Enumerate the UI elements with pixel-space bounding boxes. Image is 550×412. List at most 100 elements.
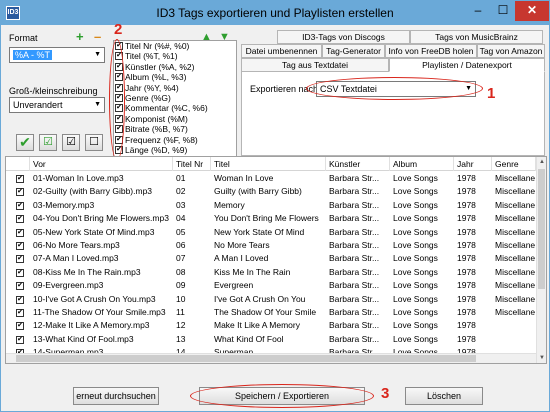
check-selected-button[interactable]: ☑ xyxy=(39,134,57,151)
cell-genre: Miscellane xyxy=(495,293,536,304)
remove-format-icon[interactable]: – xyxy=(94,30,101,43)
table-row[interactable]: ✔ 06-No More Tears.mp3 06 No More Tears Barb… xyxy=(6,239,546,252)
column-header-track[interactable]: Titel Nr xyxy=(173,157,211,171)
row-checkbox[interactable]: ✔ xyxy=(16,335,24,344)
add-format-icon[interactable]: + xyxy=(76,30,84,43)
cell-track: 12 xyxy=(176,320,186,331)
row-checkbox[interactable]: ✔ xyxy=(16,242,24,250)
field-item[interactable]: ✔ Titel (%T, %1) xyxy=(114,51,236,61)
field-item[interactable]: ✔ Länge (%D, %9) xyxy=(114,145,236,155)
scrollbar-thumb[interactable] xyxy=(16,355,476,362)
field-label: Genre (%G) xyxy=(125,92,171,103)
check-all-button[interactable]: ✔ xyxy=(16,134,34,151)
case-value: Unverandert xyxy=(13,100,63,110)
delete-button[interactable]: Löschen xyxy=(405,387,483,405)
cell-track: 10 xyxy=(176,293,186,304)
table-row[interactable]: ✔ 02-Guilty (with Barry Gibb).mp3 02 Guilty… xyxy=(6,185,546,198)
cell-album: Love Songs xyxy=(393,320,438,331)
scroll-up-icon[interactable]: ▲ xyxy=(537,157,546,167)
cell-track: 06 xyxy=(176,240,186,250)
minimize-button[interactable]: – xyxy=(465,1,491,21)
table-row[interactable]: ✔ 01-Woman In Love.mp3 01 Woman In Love Barb… xyxy=(6,172,546,185)
cell-track: 09 xyxy=(176,280,186,291)
row-checkbox[interactable]: ✔ xyxy=(16,175,24,183)
scroll-down-icon[interactable]: ▼ xyxy=(537,353,546,363)
uncheck-all-button[interactable]: ☐ xyxy=(85,134,103,151)
field-item[interactable]: ✔ Album (%L, %3) xyxy=(114,72,236,82)
check-box-button[interactable]: ☑ xyxy=(62,134,80,151)
tab-amazon[interactable]: Tag von Amazon xyxy=(477,44,545,58)
table-row[interactable]: ✔ 08-Kiss Me In The Rain.mp3 08 Kiss Me In … xyxy=(6,266,546,279)
table-row[interactable]: ✔ 12-Make It Like A Memory.mp3 12 Make It L… xyxy=(6,319,546,332)
cell-artist: Barbara Str... xyxy=(329,266,380,277)
rescan-button[interactable]: erneut durchsuchen xyxy=(73,387,159,405)
title-bar[interactable]: ID3 ID3 Tags exportieren und Playlisten … xyxy=(1,1,549,25)
table-row[interactable]: ✔ 04-You Don't Bring Me Flowers.mp3 04 You … xyxy=(6,212,546,225)
row-checkbox[interactable]: ✔ xyxy=(16,282,24,291)
row-checkbox[interactable]: ✔ xyxy=(16,295,24,304)
tab-freedb[interactable]: Info von FreeDB holen xyxy=(385,44,477,58)
vertical-scrollbar[interactable]: ▲ ▼ xyxy=(536,157,546,363)
close-button[interactable]: ✕ xyxy=(515,1,549,21)
column-header-year[interactable]: Jahr xyxy=(454,157,492,171)
maximize-button[interactable]: ☐ xyxy=(491,1,515,21)
cell-artist: Barbara Str... xyxy=(329,199,380,210)
field-item[interactable]: ✔ Kommentar (%C, %6) xyxy=(114,103,236,113)
row-checkbox[interactable]: ✔ xyxy=(16,309,24,317)
row-checkbox[interactable]: ✔ xyxy=(16,228,24,237)
row-checkbox[interactable]: ✔ xyxy=(16,268,24,277)
field-item[interactable]: ✔ Künstler (%A, %2) xyxy=(114,62,236,72)
cell-year: 1978 xyxy=(457,213,476,224)
field-item[interactable]: ✔ Titel Nr (%#, %0) xyxy=(114,41,236,51)
column-header-genre[interactable]: Genre xyxy=(492,157,536,171)
format-combobox[interactable]: %A - %T ▼ xyxy=(9,47,105,63)
tab-rename-file[interactable]: Datei umbenennen xyxy=(241,44,322,58)
tab-musicbrainz[interactable]: Tags von MusicBrainz xyxy=(410,30,543,44)
field-list[interactable]: ✔ Titel Nr (%#, %0) ✔ Titel (%T, %1) ✔ Küns… xyxy=(113,40,237,158)
cell-filename: 03-Memory.mp3 xyxy=(33,199,95,210)
tab-playlists-export[interactable]: Playlisten / Datenexport xyxy=(389,58,545,72)
field-label: Künstler (%A, %2) xyxy=(125,61,195,72)
table-row[interactable]: ✔ 09-Evergreen.mp3 09 Evergreen Barbara Str.… xyxy=(6,279,546,292)
table-row[interactable]: ✔ 13-What Kind Of Fool.mp3 13 What Kind Of … xyxy=(6,333,546,346)
cell-genre: Miscellane xyxy=(495,173,536,183)
column-header-album[interactable]: Album xyxy=(390,157,454,171)
cell-artist: Barbara Str... xyxy=(329,213,380,224)
table-row[interactable]: ✔ 07-A Man I Loved.mp3 07 A Man I Loved Barb… xyxy=(6,252,546,265)
table-row[interactable]: ✔ 11-The Shadow Of Your Smile.mp3 11 The Sh… xyxy=(6,306,546,319)
case-combobox[interactable]: Unverandert ▼ xyxy=(9,97,105,113)
file-table: Vor Titel Nr Titel Künstler Album Jahr G… xyxy=(5,156,547,364)
cell-track: 01 xyxy=(176,173,186,183)
row-checkbox[interactable]: ✔ xyxy=(16,255,24,264)
column-header-artist[interactable]: Künstler xyxy=(326,157,390,171)
column-header-filename[interactable]: Vor xyxy=(30,157,173,171)
cell-filename: 02-Guilty (with Barry Gibb).mp3 xyxy=(33,186,153,197)
cell-artist: Barbara Str... xyxy=(329,226,380,237)
row-checkbox[interactable]: ✔ xyxy=(16,201,24,210)
table-row[interactable]: ✔ 10-I've Got A Crush On You.mp3 10 I've Go… xyxy=(6,293,546,306)
field-item[interactable]: ✔ Frequenz (%F, %8) xyxy=(114,135,236,145)
row-checkbox[interactable]: ✔ xyxy=(16,322,24,331)
cell-title: Guilty (with Barry Gibb) xyxy=(214,186,302,197)
row-checkbox[interactable]: ✔ xyxy=(16,215,24,224)
cell-artist: Barbara Str... xyxy=(329,186,380,197)
horizontal-scrollbar[interactable] xyxy=(6,353,536,363)
field-item[interactable]: ✔ Jahr (%Y, %4) xyxy=(114,83,236,93)
column-header-title[interactable]: Titel xyxy=(211,157,326,171)
field-label: Kommentar (%C, %6) xyxy=(125,103,208,114)
scrollbar-thumb[interactable] xyxy=(538,169,545,289)
tab-tag-from-text[interactable]: Tag aus Textdatei xyxy=(241,58,389,72)
row-checkbox[interactable]: ✔ xyxy=(16,188,24,197)
tab-tag-generator[interactable]: Tag-Generator xyxy=(322,44,385,58)
cell-album: Love Songs xyxy=(393,240,438,250)
table-row[interactable]: ✔ 05-New York State Of Mind.mp3 05 New York… xyxy=(6,226,546,239)
table-row[interactable]: ✔ 03-Memory.mp3 03 Memory Barbara Str... Love… xyxy=(6,199,546,212)
field-item[interactable]: ✔ Komponist (%M) xyxy=(114,114,236,124)
check-icon: ✔ xyxy=(19,134,31,150)
field-item[interactable]: ✔ Genre (%G) xyxy=(114,93,236,103)
cell-title: Kiss Me In The Rain xyxy=(214,266,291,277)
tab-discogs[interactable]: ID3-Tags von Discogs xyxy=(277,30,410,44)
field-item[interactable]: ✔ Bitrate (%B, %7) xyxy=(114,124,236,134)
cell-genre: Miscellane xyxy=(495,186,536,197)
cell-track: 08 xyxy=(176,266,186,277)
